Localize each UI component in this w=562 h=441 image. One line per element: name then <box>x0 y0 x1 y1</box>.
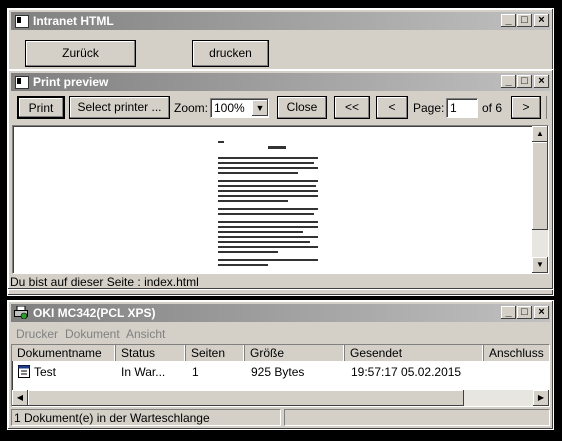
close-button[interactable]: × <box>534 14 549 27</box>
scroll-left-icon[interactable]: ◀ <box>12 390 28 406</box>
column-anschluss[interactable]: Anschluss <box>484 345 549 361</box>
preview-canvas[interactable]: ▲ ▼ <box>12 125 549 274</box>
previous-page-button[interactable]: < <box>376 96 408 119</box>
close-preview-button[interactable]: Close <box>277 96 327 119</box>
zoom-label: Zoom: <box>174 101 209 115</box>
maximize-button[interactable]: □ <box>517 75 532 88</box>
first-page-button[interactable]: << <box>334 96 370 119</box>
row-status: In War... <box>121 365 166 379</box>
scroll-thumb[interactable] <box>28 390 464 406</box>
column-header-row: Dokumentname Status Seiten Größe Gesende… <box>12 345 549 361</box>
row-size: 925 Bytes <box>251 365 305 379</box>
print-queue-window: OKI MC342(PCL XPS) _ □ × Drucker Dokumen… <box>7 300 554 430</box>
window-title: Print preview <box>33 75 109 89</box>
column-gesendet[interactable]: Gesendet <box>345 345 484 361</box>
queue-statusbar: 1 Dokument(e) in der Warteschlange <box>11 409 281 426</box>
scroll-thumb[interactable] <box>532 142 548 230</box>
maximize-button[interactable]: □ <box>517 306 532 319</box>
row-pages: 1 <box>192 365 199 379</box>
next-page-button[interactable]: > <box>511 96 541 119</box>
page-count: of 6 <box>482 101 503 115</box>
column-status[interactable]: Status <box>116 345 186 361</box>
print-button[interactable]: Print <box>17 96 65 119</box>
print-page-button[interactable]: drucken <box>192 40 269 67</box>
printer-icon <box>14 305 28 320</box>
close-button[interactable]: × <box>534 75 549 88</box>
column-dokumentname[interactable]: Dokumentname <box>12 345 116 361</box>
toolbar-separator <box>546 96 549 119</box>
document-icon <box>18 365 30 378</box>
queue-titlebar[interactable]: OKI MC342(PCL XPS) _ □ × <box>11 304 550 322</box>
window-icon <box>15 15 29 28</box>
page-label: Page: <box>413 101 445 115</box>
print-preview-window: Print preview _ □ × Print Select printer… <box>7 69 554 290</box>
window-title: Intranet HTML <box>33 14 114 28</box>
row-sent: 19:57:17 05.02.2015 <box>351 365 462 379</box>
queue-list[interactable]: Dokumentname Status Seiten Größe Gesende… <box>11 344 550 407</box>
page-value: 1 <box>450 101 457 115</box>
table-row[interactable]: Test In War... 1 925 Bytes 19:57:17 05.0… <box>12 363 549 381</box>
intranet-titlebar[interactable]: Intranet HTML _ □ × <box>11 12 550 30</box>
scroll-down-icon[interactable]: ▼ <box>532 257 548 273</box>
scroll-right-icon[interactable]: ▶ <box>533 390 549 406</box>
preview-titlebar[interactable]: Print preview _ □ × <box>11 73 550 91</box>
chevron-down-icon[interactable]: ▼ <box>252 100 268 116</box>
scroll-up-icon[interactable]: ▲ <box>532 126 548 142</box>
close-button[interactable]: × <box>534 306 549 319</box>
window-title: OKI MC342(PCL XPS) <box>33 306 156 320</box>
horizontal-scrollbar[interactable]: ◀ ▶ <box>12 390 549 406</box>
menu-ansicht[interactable]: Ansicht <box>126 327 165 341</box>
zoom-select[interactable]: 100% ▼ <box>210 98 269 118</box>
page-input[interactable]: 1 <box>446 98 478 118</box>
menu-drucker[interactable]: Drucker <box>16 327 58 341</box>
column-groesse[interactable]: Größe <box>245 345 345 361</box>
queue-status-text: 1 Dokument(e) in der Warteschlange <box>14 411 210 425</box>
statusbar-panel <box>284 409 550 426</box>
maximize-button[interactable]: □ <box>517 14 532 27</box>
minimize-button[interactable]: _ <box>501 14 516 27</box>
column-seiten[interactable]: Seiten <box>186 345 245 361</box>
row-name: Test <box>34 365 57 379</box>
vertical-scrollbar[interactable]: ▲ ▼ <box>532 126 548 273</box>
minimize-button[interactable]: _ <box>501 306 516 319</box>
preview-page <box>213 134 323 272</box>
menu-dokument[interactable]: Dokument <box>65 327 120 341</box>
minimize-button[interactable]: _ <box>501 75 516 88</box>
preview-status-text: Du bist auf dieser Seite : index.html <box>10 275 199 289</box>
window-icon <box>15 76 29 89</box>
back-button[interactable]: Zurück <box>25 40 136 67</box>
select-printer-button[interactable]: Select printer ... <box>69 96 170 119</box>
zoom-value: 100% <box>214 101 245 115</box>
